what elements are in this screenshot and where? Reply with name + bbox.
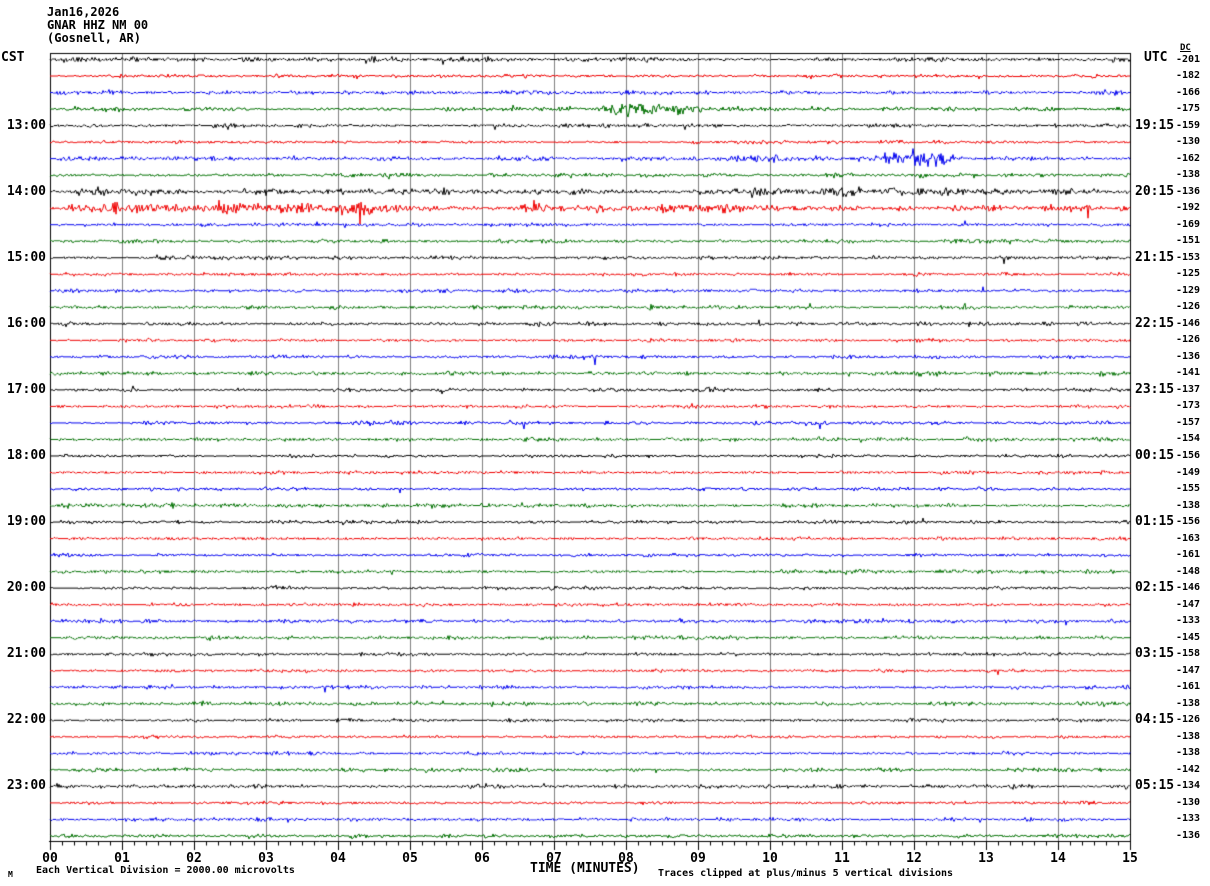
dc-offset-value: -138 [1176,698,1201,709]
utc-hour-label: 03:15 [1135,646,1175,661]
title-date: Jan16,2026 [47,5,120,19]
dc-offset-value: -133 [1176,615,1201,626]
dc-offset-value: -161 [1176,549,1201,560]
cst-hour-label: 18:00 [6,448,46,463]
dc-offset-value: -126 [1176,714,1201,725]
clip-note: Traces clipped at plus/minus 5 vertical … [658,868,954,879]
minute-tick-label: 13 [978,851,994,866]
dc-offset-value: -129 [1176,285,1201,296]
minute-tick-label: 04 [330,851,346,866]
minute-tick-label: 14 [1050,851,1066,866]
cst-hour-label: 23:00 [6,778,46,793]
minute-tick-label: 10 [762,851,778,866]
dc-offset-value: -138 [1176,169,1201,180]
dc-offset-value: -138 [1176,747,1201,758]
dc-offset-value: -161 [1176,681,1201,692]
utc-hour-label: 02:15 [1135,580,1175,595]
dc-offset-value: -159 [1176,120,1201,131]
dc-offset-value: -173 [1176,400,1201,411]
minute-tick-label: 01 [114,851,130,866]
scale-note: Each Vertical Division = 2000.00 microvo… [36,865,295,876]
utc-hour-label: 21:15 [1135,250,1175,265]
minute-tick-label: 11 [834,851,850,866]
cst-hour-label: 16:00 [6,316,46,331]
dc-offset-value: -130 [1176,797,1201,808]
minute-tick-label: 08 [618,851,634,866]
dc-offset-value: -136 [1176,186,1201,197]
minute-tick-label: 00 [42,851,58,866]
utc-hour-label: 05:15 [1135,778,1175,793]
dc-offset-value: -155 [1176,483,1201,494]
dc-offset-value: -126 [1176,334,1201,345]
dc-offset-value: -146 [1176,582,1201,593]
minute-tick-label: 12 [906,851,922,866]
dc-offset-value: -151 [1176,235,1201,246]
utc-axis-label: UTC [1144,50,1168,65]
utc-hour-label: 19:15 [1135,118,1175,133]
minute-tick-label: 02 [186,851,202,866]
dc-offset-value: -149 [1176,467,1201,478]
dc-offset-value: -130 [1176,136,1201,147]
dc-offset-value: -166 [1176,87,1201,98]
cst-hour-label: 22:00 [6,712,46,727]
dc-offset-value: -147 [1176,665,1201,676]
dc-offset-value: -157 [1176,417,1201,428]
minute-tick-label: 07 [546,851,562,866]
dc-offset-value: -156 [1176,450,1201,461]
corner-mark: M [8,870,13,879]
dc-offset-value: -163 [1176,533,1201,544]
minute-tick-label: 09 [690,851,706,866]
cst-hour-label: 17:00 [6,382,46,397]
helicorder-page: Jan16,2026 GNAR HHZ NM 00 (Gosnell, AR) … [0,0,1210,886]
minute-tick-label: 06 [474,851,490,866]
title-station: GNAR HHZ NM 00 [47,18,149,32]
dc-offset-value: -169 [1176,219,1201,230]
dc-offset-value: -126 [1176,301,1201,312]
utc-hour-label: 23:15 [1135,382,1175,397]
dc-offset-value: -145 [1176,632,1201,643]
cst-hour-label: 15:00 [6,250,46,265]
utc-hour-label: 04:15 [1135,712,1175,727]
minute-tick-label: 03 [258,851,274,866]
cst-hour-label: 20:00 [6,580,46,595]
dc-offset-value: -141 [1176,367,1201,378]
dc-offset-value: -133 [1176,813,1201,824]
dc-offset-value: -148 [1176,566,1201,577]
dc-offset-value: -137 [1176,384,1201,395]
dc-offset-value: -146 [1176,318,1201,329]
cst-axis-label: CST [1,50,25,65]
dc-offset-value: -175 [1176,103,1201,114]
dc-offset-value: -158 [1176,648,1201,659]
dc-offset-value: -147 [1176,599,1201,610]
dc-offset-value: -182 [1176,70,1201,81]
dc-offset-value: -192 [1176,202,1201,213]
dc-offset-value: -142 [1176,764,1201,775]
minute-tick-label: 05 [402,851,418,866]
seismogram-canvas [0,0,1210,886]
dc-offset-value: -153 [1176,252,1201,263]
dc-offset-value: -156 [1176,516,1201,527]
cst-hour-label: 13:00 [6,118,46,133]
dc-offset-value: -138 [1176,731,1201,742]
cst-hour-label: 14:00 [6,184,46,199]
dc-offset-value: -136 [1176,351,1201,362]
title-location: (Gosnell, AR) [47,31,141,45]
dc-offset-value: -125 [1176,268,1201,279]
dc-offset-value: -201 [1176,54,1201,65]
utc-hour-label: 20:15 [1135,184,1175,199]
dc-offset-value: -154 [1176,433,1201,444]
utc-hour-label: 22:15 [1135,316,1175,331]
dc-offset-value: -162 [1176,153,1201,164]
dc-offset-value: -138 [1176,500,1201,511]
cst-hour-label: 19:00 [6,514,46,529]
minute-tick-label: 15 [1122,851,1138,866]
utc-hour-label: 00:15 [1135,448,1175,463]
dc-column-header: DC [1180,43,1191,53]
dc-offset-value: -136 [1176,830,1201,841]
dc-offset-value: -134 [1176,780,1201,791]
utc-hour-label: 01:15 [1135,514,1175,529]
cst-hour-label: 21:00 [6,646,46,661]
